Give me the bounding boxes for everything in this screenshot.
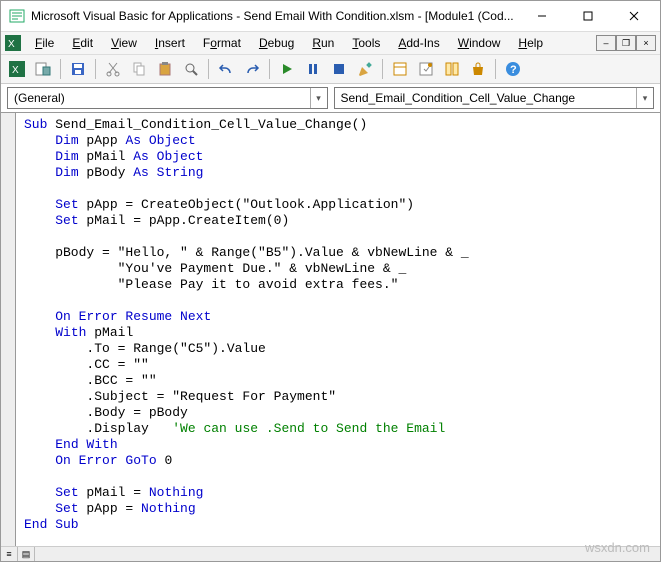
app-window: Microsoft Visual Basic for Applications … (0, 0, 661, 562)
menubar: X File Edit View Insert Format Debug Run… (1, 32, 660, 55)
toolbar: X ? (1, 55, 660, 84)
separator (382, 59, 383, 79)
code-area: Sub Send_Email_Condition_Cell_Value_Chan… (1, 112, 660, 546)
copy-icon[interactable] (127, 57, 151, 81)
full-module-view-button[interactable]: ▤ (18, 547, 35, 561)
separator (495, 59, 496, 79)
undo-icon[interactable] (214, 57, 238, 81)
save-icon[interactable] (66, 57, 90, 81)
find-icon[interactable] (179, 57, 203, 81)
window-title: Microsoft Visual Basic for Applications … (31, 9, 520, 23)
mdi-minimize-button[interactable]: ‒ (596, 35, 616, 51)
vba-app-icon (9, 8, 25, 24)
menu-view[interactable]: View (103, 34, 145, 52)
menu-edit[interactable]: Edit (64, 34, 101, 52)
chevron-down-icon: ▾ (636, 88, 653, 108)
mdi-close-button[interactable]: × (636, 35, 656, 51)
object-dropdown-value: (General) (8, 91, 71, 105)
titlebar: Microsoft Visual Basic for Applications … (1, 1, 660, 32)
menu-run[interactable]: Run (304, 34, 342, 52)
menu-file[interactable]: File (27, 34, 62, 52)
menu-help[interactable]: Help (510, 34, 551, 52)
separator (60, 59, 61, 79)
toolbox-icon[interactable] (466, 57, 490, 81)
separator (95, 59, 96, 79)
break-icon[interactable] (301, 57, 325, 81)
view-excel-icon[interactable]: X (5, 57, 29, 81)
view-switch-bar: ≡ ▤ (1, 546, 660, 561)
menu-addins[interactable]: Add-Ins (390, 34, 447, 52)
menu-window[interactable]: Window (450, 34, 509, 52)
maximize-button[interactable] (566, 2, 610, 30)
object-browser-icon[interactable] (440, 57, 464, 81)
project-explorer-icon[interactable] (388, 57, 412, 81)
procedure-dropdown-value: Send_Email_Condition_Cell_Value_Change (335, 91, 582, 105)
menu-debug[interactable]: Debug (251, 34, 302, 52)
window-controls (520, 2, 656, 30)
help-icon[interactable]: ? (501, 57, 525, 81)
close-button[interactable] (612, 2, 656, 30)
redo-icon[interactable] (240, 57, 264, 81)
separator (208, 59, 209, 79)
menu-insert[interactable]: Insert (147, 34, 193, 52)
menu-tools[interactable]: Tools (344, 34, 388, 52)
procedure-view-button[interactable]: ≡ (1, 547, 18, 561)
minimize-button[interactable] (520, 2, 564, 30)
mdi-restore-button[interactable]: ❐ (616, 35, 636, 51)
design-mode-icon[interactable] (353, 57, 377, 81)
insert-module-icon[interactable] (31, 57, 55, 81)
chevron-down-icon: ▾ (310, 88, 327, 108)
code-editor[interactable]: Sub Send_Email_Condition_Cell_Value_Chan… (16, 113, 660, 546)
separator (269, 59, 270, 79)
svg-text:X: X (8, 39, 15, 50)
run-icon[interactable] (275, 57, 299, 81)
code-selectors: (General) ▾ Send_Email_Condition_Cell_Va… (1, 84, 660, 112)
paste-icon[interactable] (153, 57, 177, 81)
procedure-dropdown[interactable]: Send_Email_Condition_Cell_Value_Change ▾ (334, 87, 655, 109)
svg-text:?: ? (510, 64, 517, 76)
properties-icon[interactable] (414, 57, 438, 81)
reset-icon[interactable] (327, 57, 351, 81)
excel-icon: X (5, 35, 21, 51)
svg-text:X: X (12, 65, 19, 76)
cut-icon[interactable] (101, 57, 125, 81)
mdi-controls: ‒ ❐ × (596, 35, 656, 51)
menu-format[interactable]: Format (195, 34, 249, 52)
object-dropdown[interactable]: (General) ▾ (7, 87, 328, 109)
margin-gutter[interactable] (1, 113, 16, 546)
